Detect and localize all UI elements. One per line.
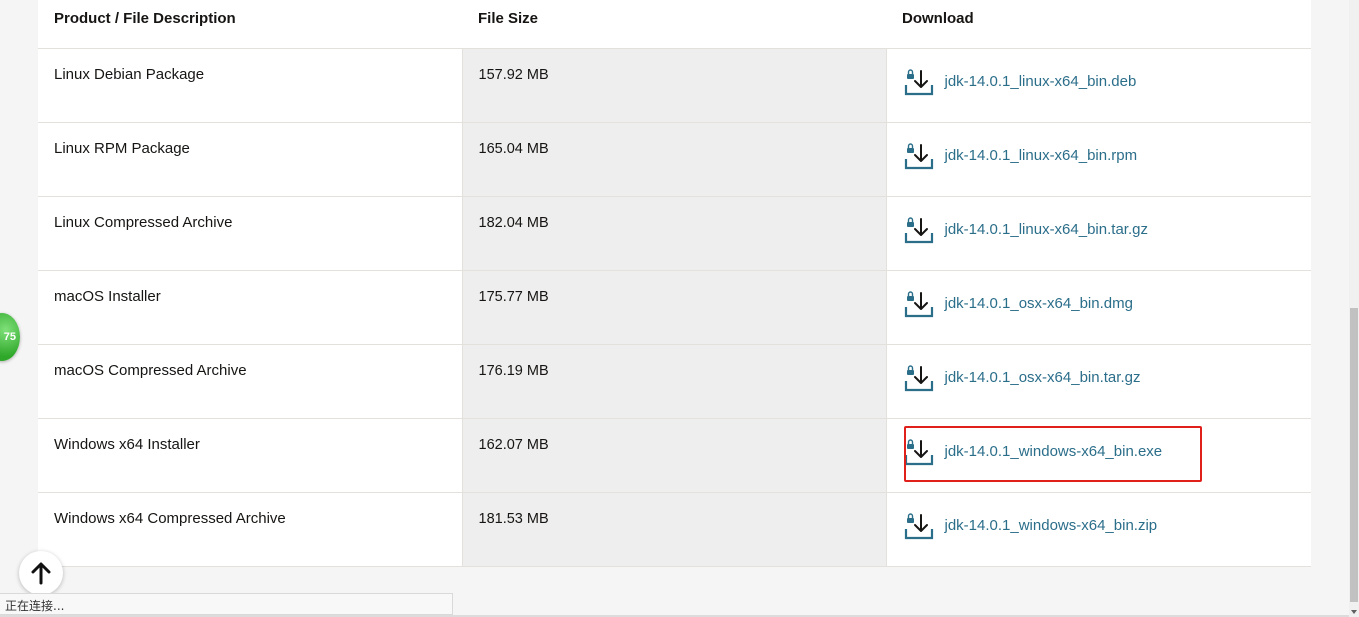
header-file-size: File Size bbox=[462, 0, 886, 49]
download-filename: jdk-14.0.1_osx-x64_bin.dmg bbox=[944, 295, 1133, 312]
file-size: 176.19 MB bbox=[478, 362, 549, 379]
download-filename: jdk-14.0.1_linux-x64_bin.deb bbox=[944, 73, 1137, 90]
table-header-row: Product / File Description File Size Dow… bbox=[38, 0, 1311, 49]
file-size: 157.92 MB bbox=[478, 66, 549, 83]
download-cell: jdk-14.0.1_linux-x64_bin.deb bbox=[886, 48, 1311, 123]
arrow-up-icon bbox=[31, 562, 51, 585]
page: Product / File Description File Size Dow… bbox=[0, 0, 1359, 617]
file-size: 162.07 MB bbox=[478, 436, 549, 453]
file-description: Windows x64 Compressed Archive bbox=[38, 492, 462, 567]
table-row: Windows x64 Installer 162.07 MB jdk-14.0.1… bbox=[38, 418, 1311, 493]
file-size-cell: 175.77 MB bbox=[461, 270, 887, 345]
file-description: Windows x64 Installer bbox=[38, 418, 462, 493]
file-size-cell: 157.92 MB bbox=[461, 48, 887, 123]
highlight-annotation-box bbox=[903, 425, 1202, 482]
badge-count: 75 bbox=[3, 331, 16, 343]
file-description: macOS Compressed Archive bbox=[38, 344, 462, 419]
header-description: Product / File Description bbox=[38, 0, 462, 49]
download-filename: jdk-14.0.1_linux-x64_bin.tar.gz bbox=[944, 221, 1148, 238]
browser-status-bar: 正在连接... bbox=[0, 593, 453, 615]
file-size-cell: 162.07 MB bbox=[461, 418, 887, 493]
download-cell: jdk-14.0.1_windows-x64_bin.exe bbox=[886, 418, 1311, 493]
file-description: Linux RPM Package bbox=[38, 122, 462, 197]
download-cell: jdk-14.0.1_osx-x64_bin.tar.gz bbox=[886, 344, 1311, 419]
back-to-top-button[interactable] bbox=[19, 551, 63, 595]
download-icon bbox=[903, 288, 935, 320]
download-link[interactable]: jdk-14.0.1_windows-x64_bin.zip bbox=[903, 510, 1158, 542]
table-row: Linux RPM Package 165.04 MB jdk-14.0.1_lin… bbox=[38, 122, 1311, 197]
download-link[interactable]: jdk-14.0.1_osx-x64_bin.tar.gz bbox=[903, 362, 1141, 394]
download-icon bbox=[903, 510, 935, 542]
download-link[interactable]: jdk-14.0.1_linux-x64_bin.tar.gz bbox=[903, 214, 1148, 246]
scrollbar-thumb[interactable] bbox=[1350, 308, 1358, 602]
download-icon bbox=[903, 66, 935, 98]
table-row: Linux Debian Package 157.92 MB jdk-14.0.1_… bbox=[38, 48, 1311, 123]
download-link[interactable]: jdk-14.0.1_osx-x64_bin.dmg bbox=[903, 288, 1133, 320]
table-row: Windows x64 Compressed Archive 181.53 MB j… bbox=[38, 492, 1311, 567]
header-download: Download bbox=[886, 0, 1311, 49]
download-icon bbox=[903, 362, 935, 394]
download-cell: jdk-14.0.1_linux-x64_bin.tar.gz bbox=[886, 196, 1311, 271]
file-description: Linux Compressed Archive bbox=[38, 196, 462, 271]
download-link[interactable]: jdk-14.0.1_linux-x64_bin.rpm bbox=[903, 140, 1138, 172]
table-row: macOS Installer 175.77 MB jdk-14.0.1_osx-x… bbox=[38, 270, 1311, 345]
downloads-card: Product / File Description File Size Dow… bbox=[38, 0, 1311, 567]
file-size: 182.04 MB bbox=[478, 214, 549, 231]
file-size-cell: 165.04 MB bbox=[461, 122, 887, 197]
file-size-cell: 176.19 MB bbox=[461, 344, 887, 419]
downloads-table: Product / File Description File Size Dow… bbox=[38, 0, 1311, 567]
download-cell: jdk-14.0.1_windows-x64_bin.zip bbox=[886, 492, 1311, 567]
download-cell: jdk-14.0.1_osx-x64_bin.dmg bbox=[886, 270, 1311, 345]
download-cell: jdk-14.0.1_linux-x64_bin.rpm bbox=[886, 122, 1311, 197]
file-description: Linux Debian Package bbox=[38, 48, 462, 123]
file-description: macOS Installer bbox=[38, 270, 462, 345]
table-row: macOS Compressed Archive 176.19 MB jdk-14.… bbox=[38, 344, 1311, 419]
file-size-cell: 181.53 MB bbox=[461, 492, 887, 567]
vertical-scrollbar[interactable] bbox=[1349, 0, 1359, 617]
download-icon bbox=[903, 140, 935, 172]
file-size: 165.04 MB bbox=[478, 140, 549, 157]
download-link[interactable]: jdk-14.0.1_linux-x64_bin.deb bbox=[903, 66, 1137, 98]
download-filename: jdk-14.0.1_osx-x64_bin.tar.gz bbox=[944, 369, 1141, 386]
download-icon bbox=[903, 214, 935, 246]
download-filename: jdk-14.0.1_linux-x64_bin.rpm bbox=[944, 147, 1138, 164]
floating-badge[interactable]: 75 bbox=[0, 313, 20, 361]
file-size: 181.53 MB bbox=[478, 510, 549, 527]
scroll-down-arrow-icon[interactable] bbox=[1351, 610, 1357, 614]
download-filename: jdk-14.0.1_windows-x64_bin.zip bbox=[944, 517, 1158, 534]
status-text: 正在连接... bbox=[5, 599, 65, 613]
file-size: 175.77 MB bbox=[478, 288, 549, 305]
table-row: Linux Compressed Archive 182.04 MB jdk-14.… bbox=[38, 196, 1311, 271]
file-size-cell: 182.04 MB bbox=[461, 196, 887, 271]
